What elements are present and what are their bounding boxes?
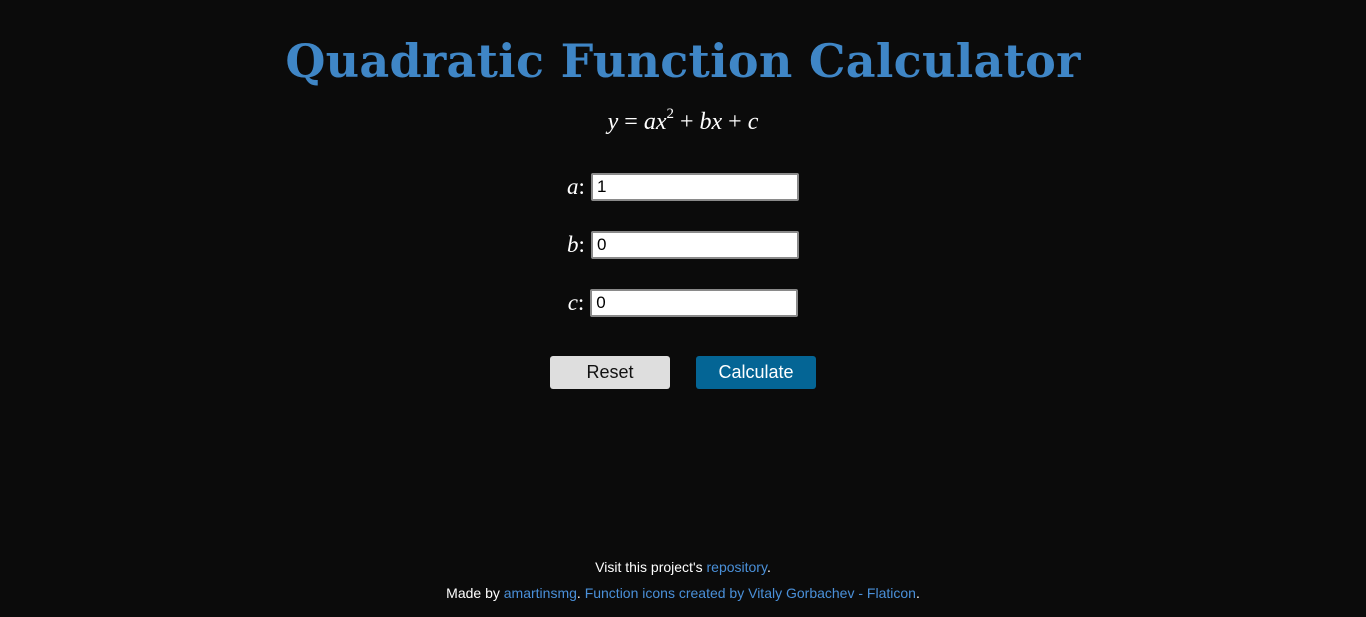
author-link[interactable]: amartinsmg — [504, 585, 577, 601]
footer-period-1: . — [766, 559, 771, 575]
coefficient-b-label: b: — [567, 232, 585, 258]
coefficient-a-label: a: — [567, 174, 585, 200]
formula-display: y = ax2 + bx + c — [0, 106, 1366, 136]
formula-plus-1: + — [673, 109, 700, 135]
page-title: Quadratic Function Calculator — [285, 34, 1081, 88]
coefficient-b-input[interactable] — [590, 231, 799, 259]
coefficient-a-row: a: — [0, 173, 1366, 201]
button-group: Reset Calculate — [0, 356, 1366, 389]
coefficient-a-input[interactable] — [590, 173, 799, 201]
formula-y: y — [607, 109, 619, 135]
coefficient-c-var: c — [567, 290, 578, 315]
coefficient-c-row: c: — [0, 289, 1366, 317]
coefficient-a-var: a — [567, 174, 579, 199]
calculator-page: Quadratic Function Calculator y = ax2 + … — [0, 0, 1366, 617]
footer-credits-line: Made by amartinsmg. Function icons creat… — [0, 585, 1366, 601]
coefficient-b-row: b: — [0, 231, 1366, 259]
formula-bx: bx — [699, 109, 723, 135]
coefficient-c-label: c: — [568, 290, 585, 316]
flaticon-credit-link[interactable]: Function icons created by Vitaly Gorbach… — [585, 585, 916, 601]
coefficient-b-var: b — [567, 232, 579, 257]
footer-separator: . — [576, 585, 585, 601]
coefficient-a-colon: : — [578, 174, 585, 199]
formula-c: c — [747, 109, 759, 135]
formula-x: x — [655, 109, 667, 135]
footer-made-by-text: Made by — [446, 585, 504, 601]
coefficient-b-colon: : — [578, 232, 585, 257]
formula-exponent: 2 — [666, 106, 674, 122]
formula-a: a — [643, 109, 656, 135]
footer-period-2: . — [915, 585, 920, 601]
coefficient-c-colon: : — [577, 290, 585, 315]
reset-button[interactable]: Reset — [550, 356, 670, 389]
coefficient-c-input[interactable] — [590, 289, 799, 317]
formula-plus-2: + — [722, 109, 748, 135]
formula-equals: = — [618, 109, 644, 135]
calculate-button[interactable]: Calculate — [696, 356, 816, 389]
footer-visit-text: Visit this project's — [595, 559, 707, 575]
footer-repository-line: Visit this project's repository. — [0, 559, 1366, 575]
repository-link[interactable]: repository — [707, 559, 767, 575]
